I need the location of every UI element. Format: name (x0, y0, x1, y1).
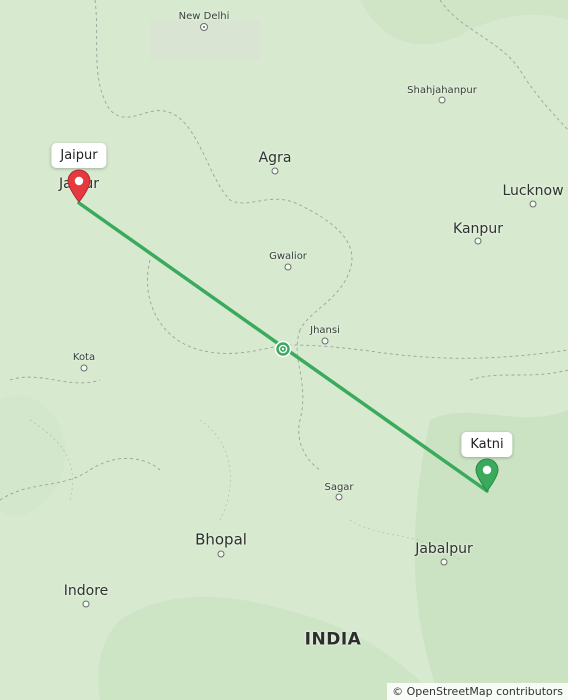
origin-pin[interactable] (66, 169, 92, 207)
map-attribution[interactable]: © OpenStreetMap contributors (387, 683, 568, 700)
sagar-marker (335, 493, 343, 501)
gwalior-marker (284, 263, 292, 271)
place-label-agra: Agra (258, 150, 292, 166)
kanpur-marker (474, 237, 482, 245)
new-delhi-marker (200, 23, 208, 31)
destination-pin[interactable] (474, 458, 500, 496)
map-pin-icon (67, 169, 91, 203)
place-label-sagar: Sagar (324, 482, 354, 493)
indore-marker (82, 600, 90, 608)
jhansi-marker (321, 337, 329, 345)
origin-callout[interactable]: Jaipur (51, 143, 107, 168)
place-label-jhansi: Jhansi (310, 325, 340, 336)
jabalpur-marker (440, 558, 448, 566)
place-label-new-delhi: New Delhi (178, 11, 230, 22)
place-label-indore: Indore (63, 583, 109, 599)
route-midpoint-marker[interactable] (274, 340, 292, 362)
kota-marker (80, 364, 88, 372)
destination-callout-label: Katni (470, 437, 504, 452)
place-label-jabalpur: Jabalpur (415, 541, 473, 557)
place-label-gwalior: Gwalior (269, 251, 307, 262)
map-view[interactable]: New Delhi Agra Shahjahanpur Lucknow Kanp… (0, 0, 568, 700)
country-label: INDIA (304, 629, 362, 650)
agra-marker (271, 167, 279, 175)
place-label-kota: Kota (72, 352, 96, 363)
origin-callout-label: Jaipur (60, 148, 98, 163)
place-label-kanpur: Kanpur (453, 221, 503, 237)
place-label-shahjahanpur: Shahjahanpur (407, 85, 477, 96)
shahjahanpur-marker (438, 96, 446, 104)
place-label-bhopal: Bhopal (195, 530, 247, 549)
lucknow-marker (529, 200, 537, 208)
map-pin-icon (475, 458, 499, 492)
destination-callout[interactable]: Katni (461, 432, 513, 457)
route-midpoint-icon (274, 340, 292, 358)
place-label-lucknow: Lucknow (502, 183, 564, 199)
bhopal-marker (217, 550, 225, 558)
